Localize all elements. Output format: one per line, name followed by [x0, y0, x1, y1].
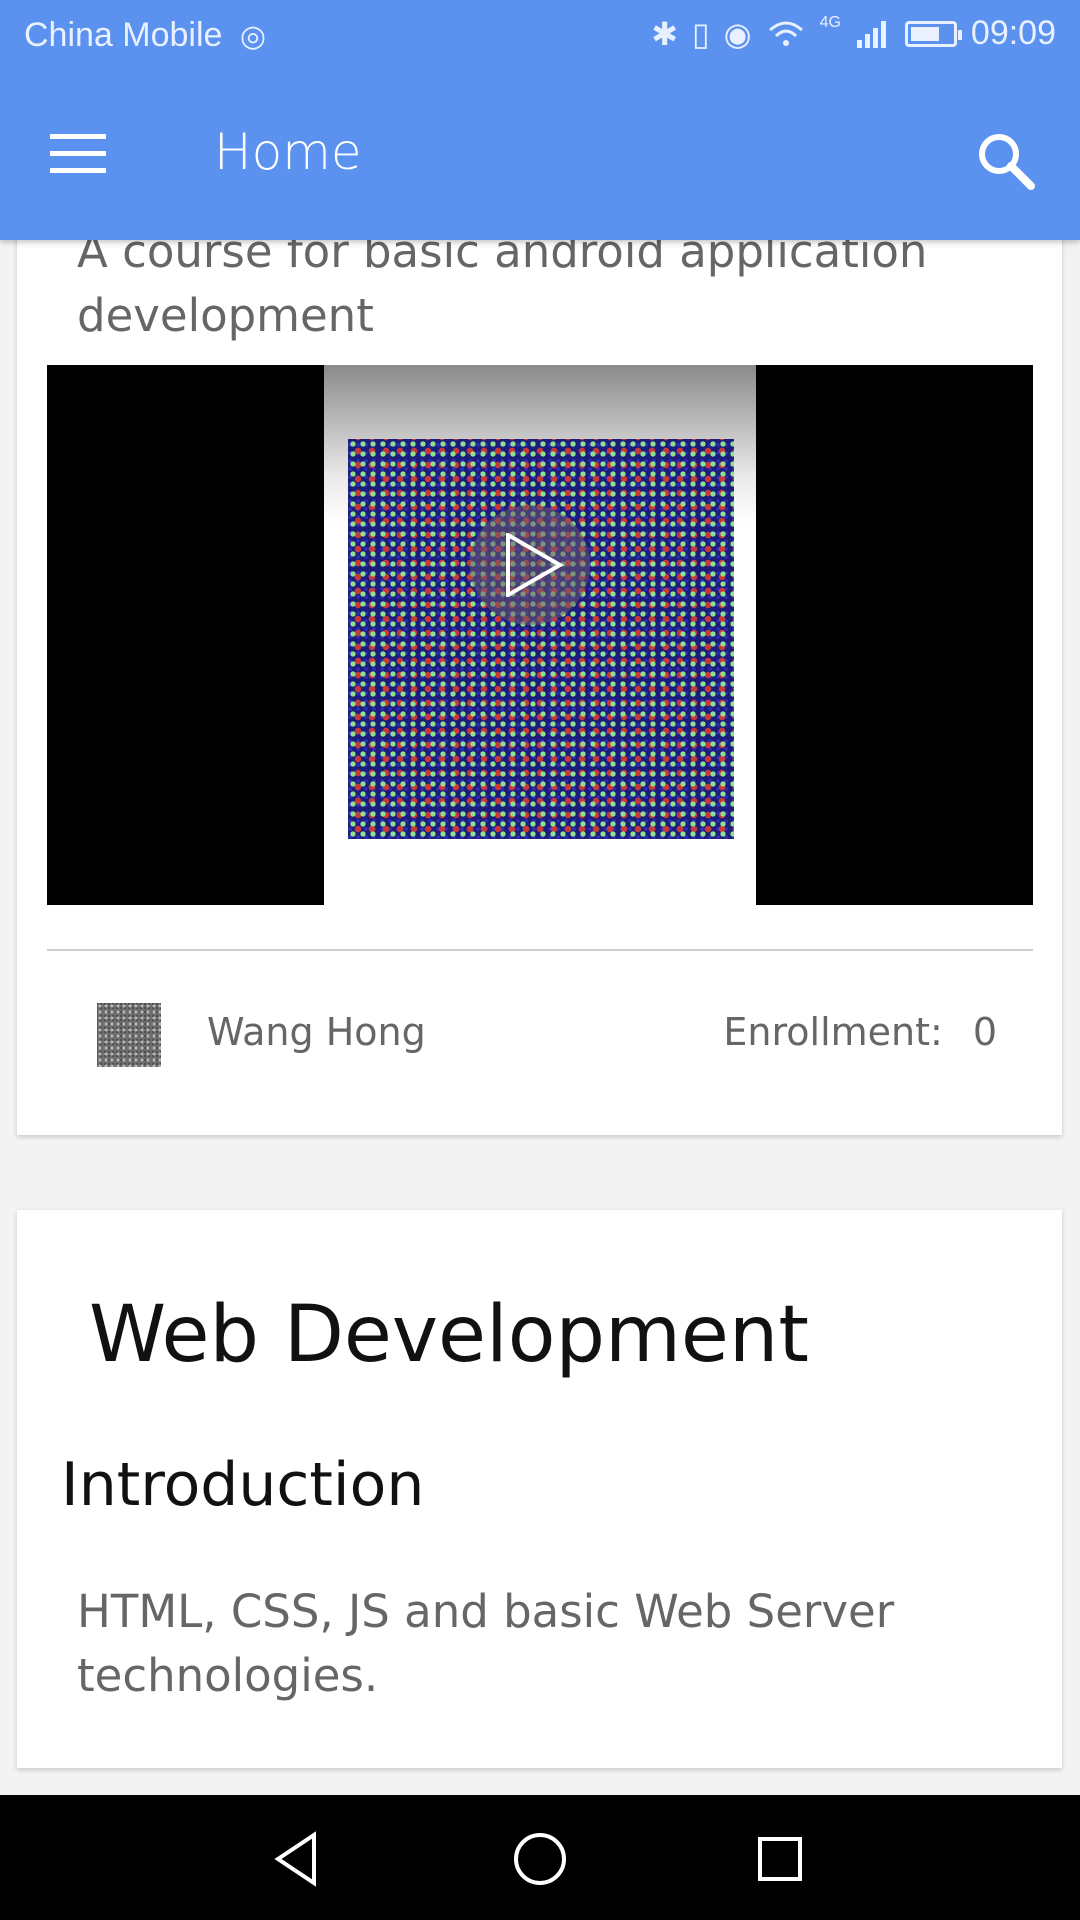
enrollment-count: 0: [972, 1010, 997, 1054]
enrollment-label: Enrollment:: [723, 1010, 943, 1054]
status-icons: ✱ ▯ ◉ 4G 09:09: [651, 14, 1056, 53]
recent-apps-icon[interactable]: [748, 1827, 812, 1891]
course-card[interactable]: A course for basic android application d…: [17, 150, 1062, 1135]
author-name[interactable]: Wang Hong: [207, 1010, 426, 1054]
video-thumbnail: [348, 439, 734, 839]
course-card[interactable]: Web Development Introduction HTML, CSS, …: [17, 1210, 1062, 1768]
eye-comfort-icon: ◉: [723, 15, 752, 52]
author-avatar: [97, 1003, 161, 1067]
video-frame: [324, 365, 756, 905]
search-icon[interactable]: [975, 130, 1037, 192]
signal-icon: [856, 20, 886, 48]
network-type: 4G: [819, 14, 841, 31]
app-screen: A course for basic android application d…: [0, 0, 1080, 1920]
play-button[interactable]: [470, 505, 590, 625]
battery-icon: [904, 20, 962, 47]
app-bar: China Mobile ◎ ✱ ▯ ◉ 4G 09:09 Home: [0, 0, 1080, 240]
bluetooth-icon: ✱: [651, 15, 679, 52]
course-subtitle: Introduction: [61, 1450, 425, 1520]
status-bar: China Mobile ◎ ✱ ▯ ◉ 4G 09:09: [0, 0, 1080, 75]
page-title: Home: [214, 123, 362, 181]
toolbar: Home: [0, 75, 1080, 240]
course-description: HTML, CSS, JS and basic Web Server techn…: [77, 1585, 895, 1702]
carrier-label: China Mobile: [24, 16, 223, 54]
system-nav-bar: [0, 1795, 1080, 1920]
wifi-icon: [768, 21, 803, 46]
home-icon[interactable]: [508, 1827, 572, 1891]
fingerprint-icon: ◎: [239, 20, 267, 53]
course-video[interactable]: [47, 365, 1033, 905]
hamburger-menu-icon[interactable]: [50, 130, 112, 180]
vibrate-icon: ▯: [692, 15, 710, 52]
play-icon: [506, 533, 564, 597]
carrier-name: China Mobile ◎: [24, 16, 266, 55]
clock: 09:09: [970, 14, 1056, 52]
enrollment-info: Enrollment: 0: [723, 1010, 997, 1054]
card-divider: [47, 949, 1033, 951]
course-title: Web Development: [89, 1290, 809, 1380]
back-icon[interactable]: [268, 1827, 332, 1891]
course-list[interactable]: A course for basic android application d…: [0, 0, 1080, 1795]
